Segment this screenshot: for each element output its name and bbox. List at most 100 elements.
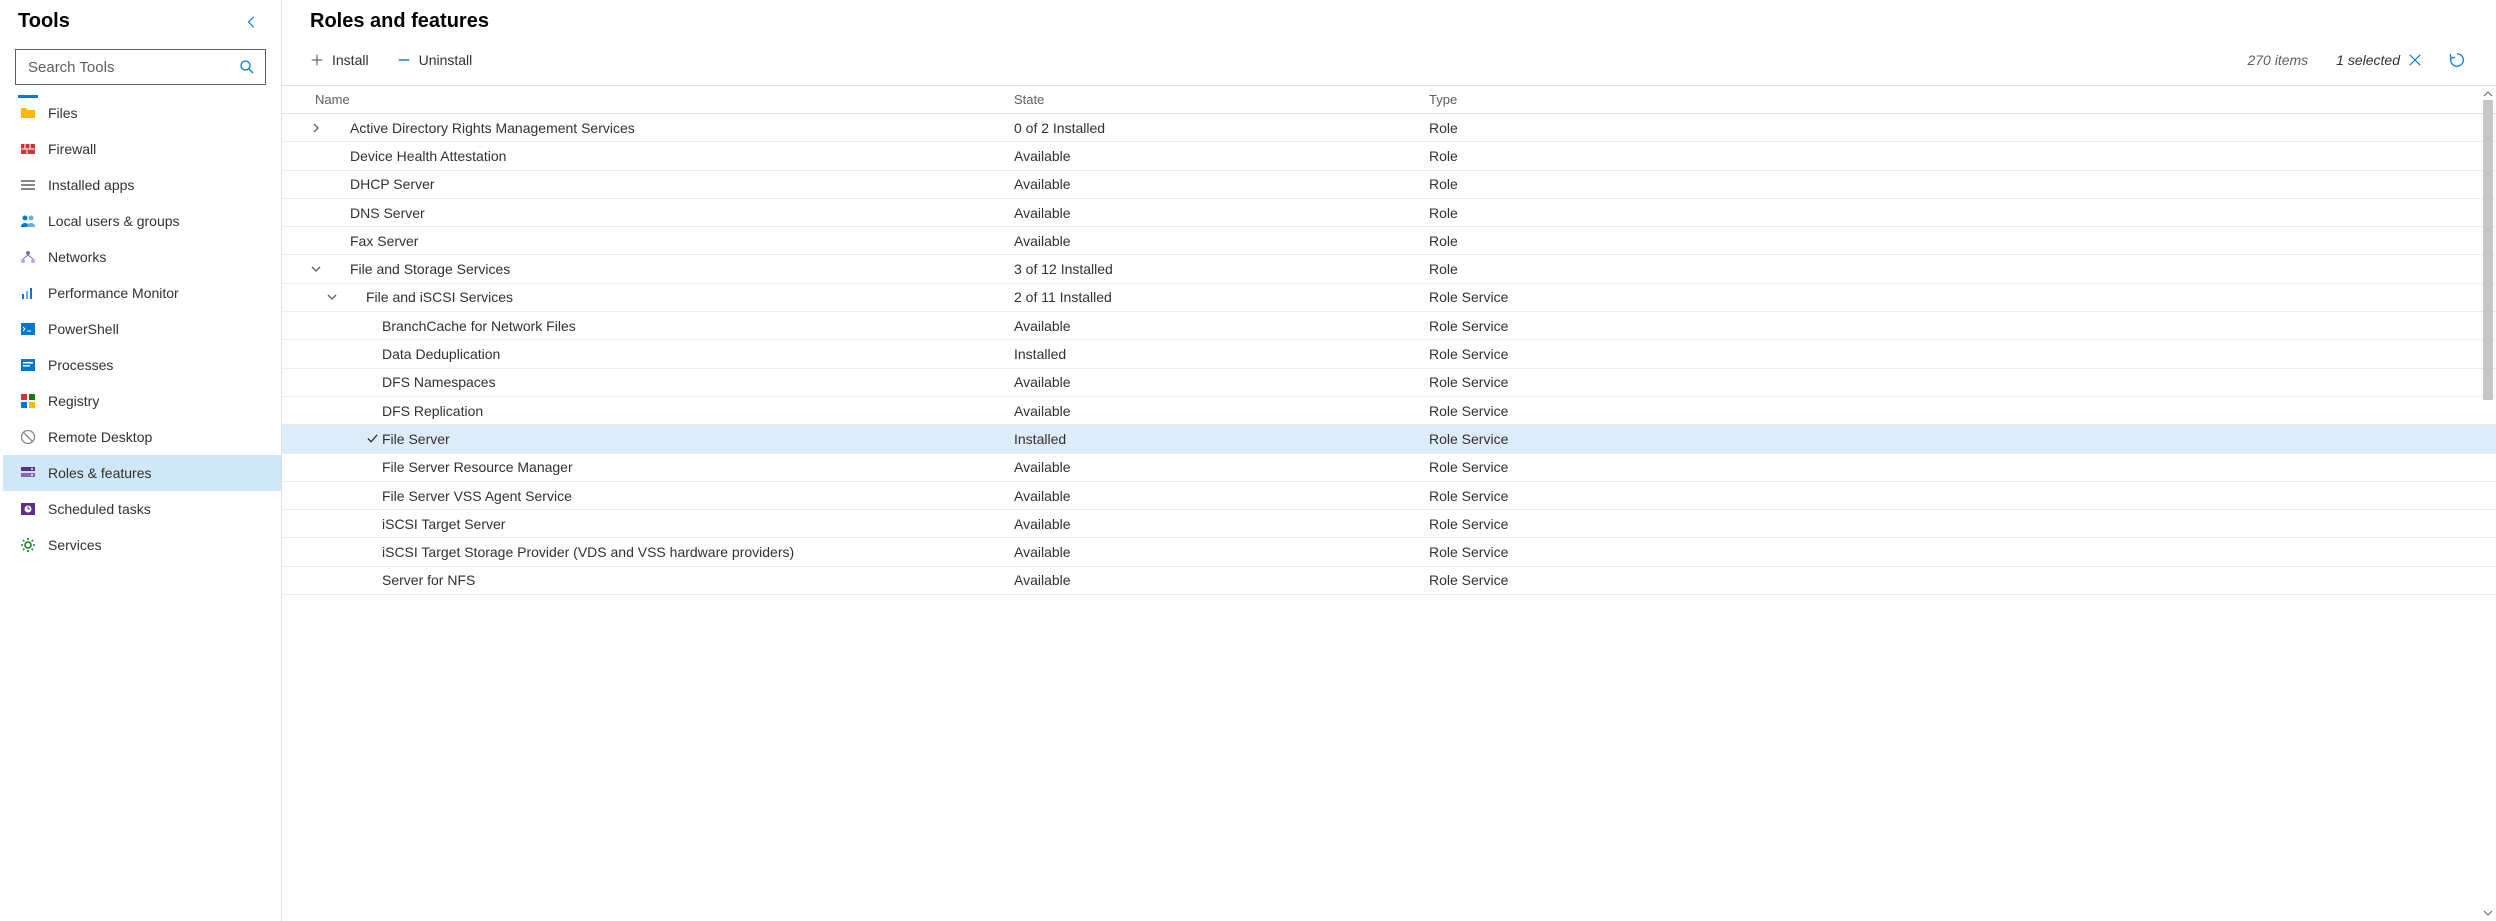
plus-icon bbox=[310, 53, 324, 67]
cell-name: Server for NFS bbox=[282, 572, 1014, 588]
install-label: Install bbox=[332, 52, 369, 68]
main-content: Roles and features Install Uninstall 270… bbox=[282, 0, 2496, 921]
tools-sidebar: Tools FilesFirewallInstalled appsLocal u… bbox=[0, 0, 282, 921]
cell-state: Available bbox=[1014, 459, 1429, 475]
sidebar-item-label: Firewall bbox=[48, 141, 96, 157]
item-count: 270 items bbox=[2247, 52, 2308, 68]
uninstall-button[interactable]: Uninstall bbox=[397, 52, 473, 68]
scroll-thumb[interactable] bbox=[2483, 100, 2493, 400]
table-row[interactable]: Device Health AttestationAvailableRole bbox=[282, 142, 2496, 170]
table-row[interactable]: File and Storage Services3 of 12 Install… bbox=[282, 255, 2496, 283]
selection-count[interactable]: 1 selected bbox=[2336, 52, 2422, 68]
cell-type: Role Service bbox=[1429, 459, 2480, 475]
collapse-sidebar-button[interactable] bbox=[241, 11, 263, 33]
search-tools-box[interactable] bbox=[15, 49, 266, 85]
table-body[interactable]: Active Directory Rights Management Servi… bbox=[282, 114, 2496, 921]
cell-type: Role Service bbox=[1429, 374, 2480, 390]
table-row[interactable]: Data DeduplicationInstalledRole Service bbox=[282, 340, 2496, 368]
chevron-down-icon[interactable] bbox=[302, 263, 330, 275]
cell-name: Fax Server bbox=[282, 233, 1014, 249]
table-row[interactable]: File ServerInstalledRole Service bbox=[282, 425, 2496, 453]
table-row[interactable]: Server for NFSAvailableRole Service bbox=[282, 567, 2496, 595]
table-row[interactable]: Fax ServerAvailableRole bbox=[282, 227, 2496, 255]
column-type[interactable]: Type bbox=[1429, 92, 2480, 107]
sidebar-item-installed-apps[interactable]: Installed apps bbox=[3, 167, 281, 203]
sidebar-item-local-users-groups[interactable]: Local users & groups bbox=[3, 203, 281, 239]
table-row[interactable]: BranchCache for Network FilesAvailableRo… bbox=[282, 312, 2496, 340]
cell-type: Role Service bbox=[1429, 488, 2480, 504]
checkmark-icon bbox=[362, 432, 382, 445]
sidebar-item-label: Processes bbox=[48, 357, 113, 373]
sidebar-item-processes[interactable]: Processes bbox=[3, 347, 281, 383]
column-name[interactable]: Name bbox=[282, 92, 1014, 107]
table-row[interactable]: File Server Resource Manager AvailableRol… bbox=[282, 454, 2496, 482]
cell-type: Role Service bbox=[1429, 572, 2480, 588]
table-row[interactable]: File and iSCSI Services2 of 11 Installed… bbox=[282, 284, 2496, 312]
cell-name: DNS Server bbox=[282, 205, 1014, 221]
cell-type: Role Service bbox=[1429, 318, 2480, 334]
cell-type: Role Service bbox=[1429, 289, 2480, 305]
table-row[interactable]: Active Directory Rights Management Servi… bbox=[282, 114, 2496, 142]
sidebar-item-firewall[interactable]: Firewall bbox=[3, 131, 281, 167]
sidebar-item-label: PowerShell bbox=[48, 321, 119, 337]
refresh-button[interactable] bbox=[2446, 49, 2468, 71]
action-bar: Install Uninstall 270 items 1 selected bbox=[282, 39, 2496, 79]
cell-type: Role bbox=[1429, 120, 2480, 136]
table-row[interactable]: DHCP ServerAvailableRole bbox=[282, 171, 2496, 199]
sidebar-item-performance-monitor[interactable]: Performance Monitor bbox=[3, 275, 281, 311]
install-button[interactable]: Install bbox=[310, 52, 369, 68]
table-row[interactable]: DNS ServerAvailableRole bbox=[282, 199, 2496, 227]
table-row[interactable]: DFS ReplicationAvailableRole Service bbox=[282, 397, 2496, 425]
cell-state: Installed bbox=[1014, 431, 1429, 447]
sidebar-item-label: Performance Monitor bbox=[48, 285, 179, 301]
cell-type: Role Service bbox=[1429, 346, 2480, 362]
registry-icon bbox=[20, 393, 36, 409]
cell-name: DFS Namespaces bbox=[282, 374, 1014, 390]
table-row[interactable]: DFS NamespacesAvailableRole Service bbox=[282, 369, 2496, 397]
cell-name: DFS Replication bbox=[282, 403, 1014, 419]
sidebar-item-label: Services bbox=[48, 537, 102, 553]
column-state[interactable]: State bbox=[1014, 92, 1429, 107]
chevron-down-icon[interactable] bbox=[318, 291, 346, 303]
roles-table: Name State Type Active Directory Rights … bbox=[282, 85, 2496, 921]
cell-name: File and iSCSI Services bbox=[282, 289, 1014, 305]
row-name: DHCP Server bbox=[350, 176, 435, 192]
remote-icon bbox=[20, 429, 36, 445]
table-row[interactable]: File Server VSS Agent ServiceAvailableRo… bbox=[282, 482, 2496, 510]
table-scrollbar[interactable] bbox=[2480, 86, 2496, 921]
clear-selection-icon bbox=[2408, 53, 2422, 67]
roles-icon bbox=[20, 465, 36, 481]
sidebar-item-roles-features[interactable]: Roles & features bbox=[3, 455, 281, 491]
sidebar-item-services[interactable]: Services bbox=[3, 527, 281, 563]
search-input[interactable] bbox=[26, 58, 237, 77]
folder-icon bbox=[20, 105, 36, 121]
sidebar-item-scheduled-tasks[interactable]: Scheduled tasks bbox=[3, 491, 281, 527]
sidebar-item-registry[interactable]: Registry bbox=[3, 383, 281, 419]
cell-name: iSCSI Target Storage Provider (VDS and V… bbox=[282, 544, 1014, 560]
cell-state: Available bbox=[1014, 148, 1429, 164]
scroll-down-icon bbox=[2483, 909, 2493, 917]
chevron-right-icon[interactable] bbox=[302, 122, 330, 134]
process-icon bbox=[20, 357, 36, 373]
users-icon bbox=[20, 213, 36, 229]
table-row[interactable]: iSCSI Target Storage Provider (VDS and V… bbox=[282, 538, 2496, 566]
sidebar-item-powershell[interactable]: PowerShell bbox=[3, 311, 281, 347]
sidebar-item-label: Scheduled tasks bbox=[48, 501, 151, 517]
cell-state: Available bbox=[1014, 318, 1429, 334]
cell-state: Available bbox=[1014, 176, 1429, 192]
scroll-up-icon bbox=[2483, 90, 2493, 98]
row-name: File Server Resource Manager bbox=[382, 459, 573, 475]
row-name: Device Health Attestation bbox=[350, 148, 506, 164]
sidebar-item-files[interactable]: Files bbox=[3, 95, 281, 131]
sidebar-item-remote-desktop[interactable]: Remote Desktop bbox=[3, 419, 281, 455]
cell-name: BranchCache for Network Files bbox=[282, 318, 1014, 334]
sidebar-item-networks[interactable]: Networks bbox=[3, 239, 281, 275]
sidebar-item-label: Remote Desktop bbox=[48, 429, 152, 445]
row-name: File Server bbox=[382, 431, 450, 447]
tool-list[interactable]: Files Firewall Installed appsLocal users &… bbox=[0, 95, 281, 921]
table-row[interactable]: iSCSI Target ServerAvailableRole Service bbox=[282, 510, 2496, 538]
row-name: DFS Namespaces bbox=[382, 374, 496, 390]
cell-name: Device Health Attestation bbox=[282, 148, 1014, 164]
search-icon bbox=[237, 57, 257, 77]
cell-state: Installed bbox=[1014, 346, 1429, 362]
